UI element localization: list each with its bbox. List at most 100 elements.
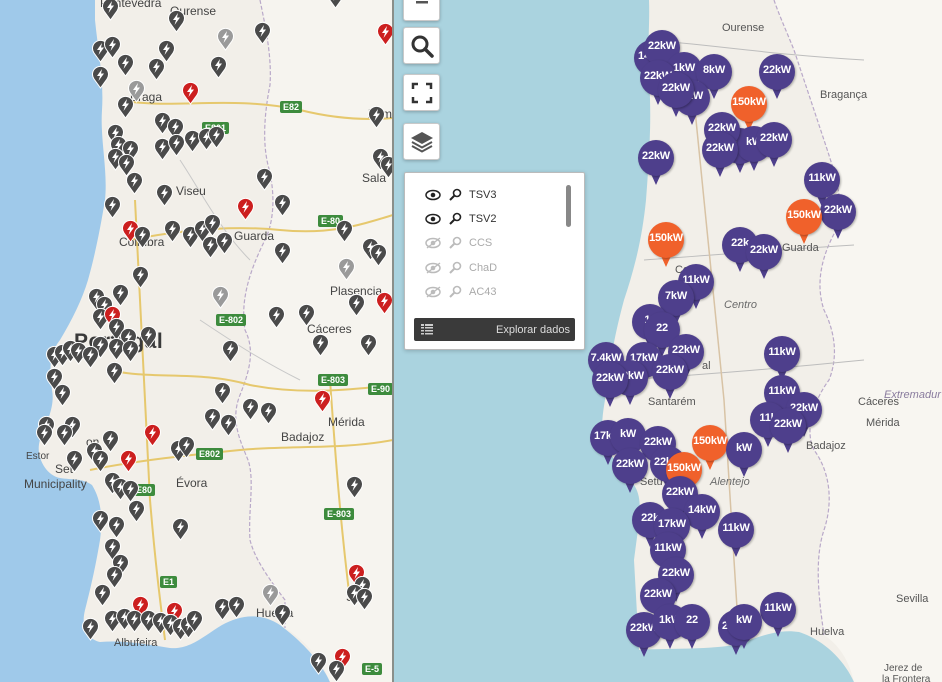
- eye-icon[interactable]: [425, 213, 443, 225]
- zoom-to-icon[interactable]: [448, 261, 464, 275]
- charging-station-pin[interactable]: [237, 198, 254, 221]
- charging-station-pin[interactable]: [220, 414, 237, 437]
- zoom-to-icon[interactable]: [448, 285, 464, 299]
- charging-station-pin[interactable]: [144, 424, 161, 447]
- charging-station-pin[interactable]: [274, 194, 291, 217]
- charging-station-pin[interactable]: [102, 0, 119, 21]
- charging-station-pin[interactable]: [256, 168, 273, 191]
- charger-power-marker[interactable]: 22kW: [750, 122, 798, 170]
- charging-station-pin[interactable]: [274, 242, 291, 265]
- charging-station-pin[interactable]: [120, 450, 137, 473]
- charger-power-marker[interactable]: kW: [720, 604, 768, 652]
- charging-station-pin[interactable]: [216, 232, 233, 255]
- eye-slash-icon[interactable]: [425, 286, 443, 298]
- charger-power-marker[interactable]: kW: [720, 432, 768, 480]
- charging-station-pin[interactable]: [56, 424, 73, 447]
- charging-station-pin[interactable]: [260, 402, 277, 425]
- charging-station-pin[interactable]: [182, 82, 199, 105]
- layer-item[interactable]: TSV3: [425, 186, 497, 204]
- zoom-to-icon[interactable]: [448, 212, 464, 226]
- charging-station-pin[interactable]: [376, 292, 393, 315]
- charging-station-pin[interactable]: [254, 22, 271, 45]
- charging-station-pin[interactable]: [208, 126, 225, 149]
- charging-station-pin[interactable]: [117, 54, 134, 77]
- zoom-to-icon[interactable]: [448, 188, 464, 202]
- charging-station-pin[interactable]: [92, 510, 109, 533]
- charging-station-pin[interactable]: [158, 40, 175, 63]
- charging-station-pin[interactable]: [106, 362, 123, 385]
- eye-icon[interactable]: [425, 189, 443, 201]
- charger-power-marker[interactable]: 22: [668, 604, 716, 652]
- layer-item[interactable]: AC43: [425, 283, 497, 301]
- search-button[interactable]: [403, 27, 440, 64]
- charging-station-pin[interactable]: [156, 184, 173, 207]
- charging-station-pin[interactable]: [214, 382, 231, 405]
- charging-station-pin[interactable]: [94, 584, 111, 607]
- charging-station-pin[interactable]: [104, 196, 121, 219]
- layer-item[interactable]: TSV2: [425, 210, 497, 228]
- charging-station-pin[interactable]: [92, 66, 109, 89]
- charging-station-pin[interactable]: [112, 284, 129, 307]
- charging-station-pin[interactable]: [126, 172, 143, 195]
- charger-power-marker[interactable]: 11kW: [712, 512, 760, 560]
- charging-station-pin[interactable]: [132, 266, 149, 289]
- charging-station-pin[interactable]: [172, 518, 189, 541]
- charging-station-pin[interactable]: [268, 306, 285, 329]
- charging-station-pin[interactable]: [328, 660, 345, 682]
- charging-station-pin[interactable]: [128, 500, 145, 523]
- charging-station-pin[interactable]: [168, 10, 185, 33]
- charging-station-pin[interactable]: [356, 588, 373, 611]
- charger-power-marker[interactable]: 22kW: [586, 362, 634, 410]
- charger-power-marker[interactable]: 22kW: [652, 72, 700, 120]
- charging-station-pin[interactable]: [336, 220, 353, 243]
- charging-station-pin[interactable]: [368, 106, 385, 129]
- charging-station-pin[interactable]: [168, 134, 185, 157]
- charging-station-pin[interactable]: [117, 96, 134, 119]
- charger-power-marker[interactable]: 22kW: [606, 448, 654, 496]
- charging-station-pin[interactable]: [298, 304, 315, 327]
- charging-station-pin[interactable]: [82, 618, 99, 641]
- charger-power-marker[interactable]: 22kW: [740, 234, 788, 282]
- charging-station-pin[interactable]: [310, 652, 327, 675]
- layers-scrollbar[interactable]: [566, 185, 571, 227]
- charging-station-pin[interactable]: [338, 258, 355, 281]
- explore-data-button[interactable]: Explorar dados: [414, 318, 575, 341]
- charging-station-pin[interactable]: [242, 398, 259, 421]
- charging-station-pin[interactable]: [178, 436, 195, 459]
- left-map-panel[interactable]: Pontevedra Ourense Braga Viseu Guarda Sa…: [0, 0, 393, 682]
- charger-power-marker[interactable]: 22kW: [696, 132, 744, 180]
- charging-station-pin[interactable]: [140, 326, 157, 349]
- charging-station-pin[interactable]: [327, 0, 344, 9]
- charging-station-pin[interactable]: [360, 334, 377, 357]
- charging-station-pin[interactable]: [210, 56, 227, 79]
- charging-station-pin[interactable]: [346, 476, 363, 499]
- charging-station-pin[interactable]: [164, 220, 181, 243]
- eye-slash-icon[interactable]: [425, 237, 443, 249]
- charger-power-marker[interactable]: 150kW: [642, 222, 690, 270]
- charging-station-pin[interactable]: [186, 610, 203, 633]
- charging-station-pin[interactable]: [212, 286, 229, 309]
- eye-slash-icon[interactable]: [425, 262, 443, 274]
- layer-item[interactable]: CCS: [425, 234, 492, 252]
- charger-power-marker[interactable]: 22kW: [632, 140, 680, 188]
- charging-station-pin[interactable]: [217, 28, 234, 51]
- charging-station-pin[interactable]: [36, 424, 53, 447]
- charging-station-pin[interactable]: [122, 340, 139, 363]
- charging-station-pin[interactable]: [348, 294, 365, 317]
- charging-station-pin[interactable]: [370, 244, 387, 267]
- charging-station-pin[interactable]: [204, 408, 221, 431]
- charging-station-pin[interactable]: [222, 340, 239, 363]
- layer-item[interactable]: ChaD: [425, 259, 497, 277]
- charging-station-pin[interactable]: [66, 450, 83, 473]
- charger-power-marker[interactable]: 22kW: [764, 408, 812, 456]
- charging-station-pin[interactable]: [134, 226, 151, 249]
- fullscreen-button[interactable]: [403, 74, 440, 111]
- charging-station-pin[interactable]: [228, 596, 245, 619]
- charging-station-pin[interactable]: [274, 604, 291, 627]
- charging-station-pin[interactable]: [314, 390, 331, 413]
- charging-station-pin[interactable]: [82, 346, 99, 369]
- layers-button[interactable]: [403, 123, 440, 160]
- charging-station-pin[interactable]: [54, 384, 71, 407]
- zoom-to-icon[interactable]: [448, 236, 464, 250]
- charging-station-pin[interactable]: [312, 334, 329, 357]
